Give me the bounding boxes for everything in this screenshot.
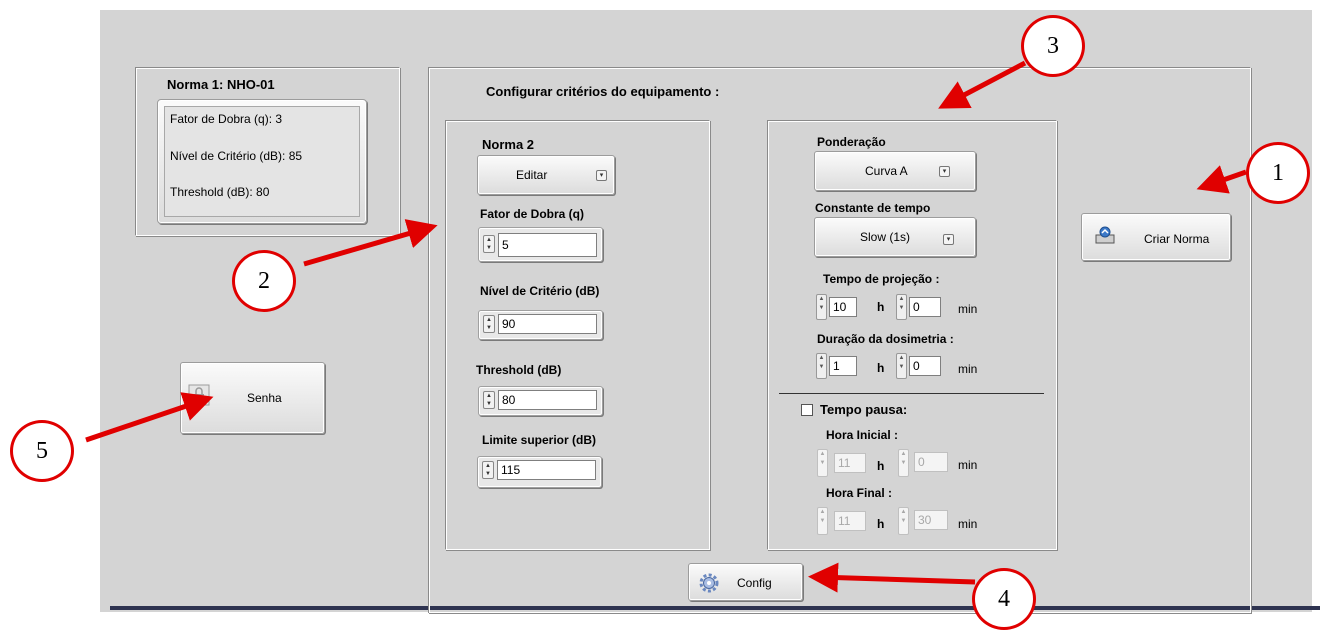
callout-3: 3	[1021, 15, 1085, 77]
arrow-3	[938, 60, 1027, 109]
arrow-1	[1196, 165, 1247, 194]
arrow-4	[808, 562, 976, 593]
callout-2: 2	[232, 250, 296, 312]
callout-5: 5	[10, 420, 74, 482]
callout-1: 1	[1246, 142, 1310, 204]
callout-4: 4	[972, 568, 1036, 630]
annotation-arrows	[85, 60, 1247, 593]
arrow-2	[303, 219, 438, 267]
arrow-5	[85, 392, 214, 443]
